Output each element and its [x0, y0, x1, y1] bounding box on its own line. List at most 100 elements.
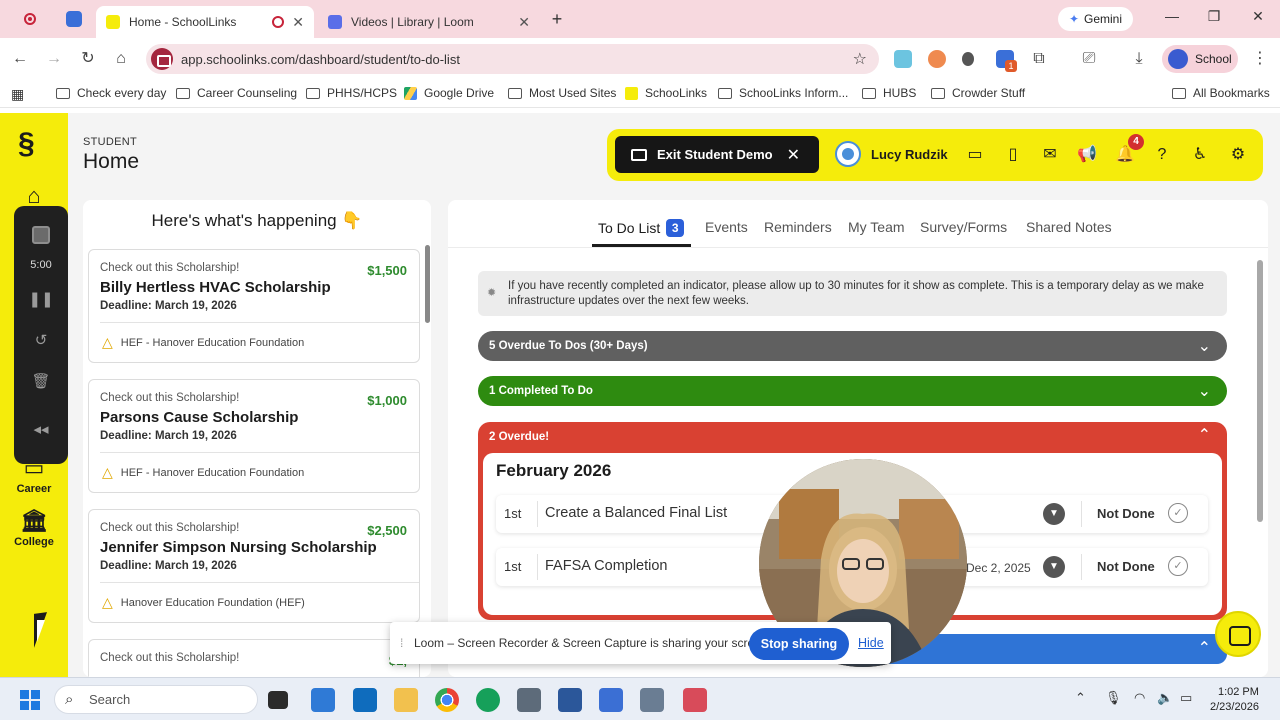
todo-name[interactable]: Create a Balanced Final List	[545, 505, 727, 521]
apps-grid-icon[interactable]: ▦	[11, 86, 24, 103]
mail-icon[interactable]: ✉	[1039, 144, 1061, 166]
bookmark-folder[interactable]: SchooLinks Inform...	[718, 86, 848, 100]
bookmark-link[interactable]: Google Drive	[404, 86, 494, 100]
section-label[interactable]: 2 Overdue!	[489, 431, 549, 443]
chevron-down-icon[interactable]: ▼	[1043, 556, 1065, 578]
check-circle-icon[interactable]: ✓	[1168, 503, 1188, 523]
site-info-icon[interactable]	[151, 48, 173, 70]
bookmark-folder[interactable]: Check every day	[56, 86, 166, 100]
file-explorer-icon[interactable]	[394, 688, 418, 712]
volume-icon[interactable]: 🔈	[1157, 690, 1173, 706]
back-arrow-icon[interactable]: ←	[9, 48, 31, 70]
extensions-puzzle-icon[interactable]: ⧉	[1028, 48, 1050, 70]
forward-arrow-icon[interactable]: →	[43, 48, 65, 70]
extension-icon[interactable]	[894, 50, 912, 68]
collapse-controls-icon[interactable]: ◂◂	[14, 420, 68, 438]
windows-start-icon[interactable]	[20, 690, 40, 710]
chat-support-button[interactable]	[1215, 611, 1261, 657]
wifi-icon[interactable]: ◠	[1134, 690, 1145, 706]
schoolinks-logo-icon[interactable]: §	[18, 127, 35, 161]
extension-icon[interactable]	[928, 50, 946, 68]
folder-icon[interactable]: ▭	[964, 144, 986, 166]
pinned-tab-icon[interactable]	[62, 8, 86, 30]
bookmark-folder[interactable]: Career Counseling	[176, 86, 297, 100]
completed-section[interactable]: 1 Completed To Do ⌄	[478, 376, 1227, 406]
restart-icon[interactable]: ↺	[14, 331, 68, 349]
tab-schoolinks-home[interactable]: Home - SchoolLinks ✕	[96, 6, 314, 38]
recording-indicator-icon[interactable]	[18, 8, 42, 30]
app-icon[interactable]	[599, 688, 623, 712]
cricut-icon[interactable]	[476, 688, 500, 712]
download-icon[interactable]: ⤓	[1128, 48, 1150, 70]
help-icon[interactable]: ?	[1151, 144, 1173, 166]
check-circle-icon[interactable]: ✓	[1168, 556, 1188, 576]
accessibility-icon[interactable]: ♿	[1189, 144, 1211, 166]
stop-recording-icon[interactable]	[32, 226, 50, 244]
overdue-30-days-section[interactable]: 5 Overdue To Dos (30+ Days) ⌄	[478, 331, 1227, 361]
url-text[interactable]: app.schoolinks.com/dashboard/student/to-…	[181, 52, 460, 67]
todo-name[interactable]: FAFSA Completion	[545, 558, 668, 574]
tab-loom-library[interactable]: Videos | Library | Loom ✕	[318, 6, 540, 38]
sidebar-item-college[interactable]: 🏛 College	[0, 508, 68, 548]
battery-icon[interactable]: ▭	[1180, 690, 1192, 706]
close-tab-icon[interactable]: ✕	[518, 14, 530, 31]
address-bar[interactable]: app.schoolinks.com/dashboard/student/to-…	[146, 44, 879, 74]
close-window-icon[interactable]: ✕	[1246, 8, 1270, 25]
taskbar-clock[interactable]: 1:02 PM 2/23/2026	[1210, 685, 1259, 715]
scholarship-card[interactable]: Check out this Scholarship! $1,	[88, 639, 420, 677]
tab-reminders[interactable]: Reminders	[764, 219, 832, 235]
tab-events[interactable]: Events	[705, 219, 748, 235]
user-profile[interactable]: Lucy Rudzik	[835, 141, 948, 167]
word-icon[interactable]	[558, 688, 582, 712]
bookmark-folder[interactable]: PHHS/HCPS	[306, 86, 397, 100]
chevron-up-icon[interactable]: ⌃	[1075, 690, 1086, 706]
bookmark-star-icon[interactable]: ☆	[853, 49, 867, 69]
panel-scrollbar[interactable]	[425, 245, 430, 323]
chevron-down-icon[interactable]: ▼	[1043, 503, 1065, 525]
gear-icon[interactable]: ⚙	[1227, 144, 1249, 166]
scholarship-card[interactable]: Check out this Scholarship! $2,500 Jenni…	[88, 509, 420, 623]
stop-sharing-button[interactable]: Stop sharing	[749, 628, 849, 660]
app-icon[interactable]	[640, 688, 664, 712]
org-name: HEF - Hanover Education Foundation	[120, 466, 305, 479]
tab-to-do-list[interactable]: To Do List 3	[598, 219, 685, 237]
taskbar-app-icon[interactable]	[268, 691, 288, 709]
panel-scrollbar[interactable]	[1257, 260, 1263, 522]
exit-student-demo-button[interactable]: Exit Student Demo ✕	[615, 136, 819, 173]
extension-icon[interactable]	[962, 52, 974, 66]
tab-my-team[interactable]: My Team	[848, 219, 905, 235]
tab-shared-notes[interactable]: Shared Notes	[1026, 219, 1112, 235]
megaphone-icon[interactable]: 📢	[1076, 144, 1098, 166]
bookmark-folder[interactable]: HUBS	[862, 86, 916, 100]
drag-handle-icon[interactable]: ⁞	[400, 636, 403, 650]
gemini-button[interactable]: ✦ Gemini	[1058, 7, 1133, 31]
teams-icon[interactable]	[311, 688, 335, 712]
tab-search-icon[interactable]: ⎚	[1078, 48, 1100, 70]
home-icon[interactable]: ⌂	[110, 48, 132, 70]
calculator-icon[interactable]	[517, 688, 541, 712]
new-tab-plus-icon[interactable]: +	[545, 8, 569, 30]
trash-icon[interactable]: 🗑	[14, 372, 68, 390]
outlook-icon[interactable]	[353, 688, 377, 712]
document-icon[interactable]: ▯	[1002, 144, 1024, 166]
browser-menu-icon[interactable]: ⋮	[1249, 48, 1271, 70]
scholarship-card[interactable]: Check out this Scholarship! $1,500 Billy…	[88, 249, 420, 363]
chevron-up-icon[interactable]: ⌃	[1198, 425, 1211, 445]
bookmark-folder[interactable]: Crowder Stuff	[931, 86, 1025, 100]
pause-icon[interactable]: ❚❚	[14, 290, 68, 308]
chrome-icon[interactable]	[435, 688, 459, 712]
bookmark-link[interactable]: SchooLinks	[625, 86, 707, 100]
bookmark-folder[interactable]: Most Used Sites	[508, 86, 616, 100]
all-bookmarks-folder[interactable]: All Bookmarks	[1172, 86, 1270, 100]
profile-button[interactable]: School	[1162, 45, 1238, 73]
microphone-icon[interactable]: 🎙	[1105, 690, 1122, 706]
hide-banner-link[interactable]: Hide	[858, 636, 884, 650]
reload-icon[interactable]: ↻	[77, 48, 99, 70]
minimize-window-icon[interactable]: —	[1160, 8, 1184, 24]
restore-window-icon[interactable]: ❐	[1202, 8, 1226, 25]
tab-survey-forms[interactable]: Survey/Forms	[920, 219, 1007, 235]
taskbar-search[interactable]: ⌕ Search	[54, 685, 258, 714]
scholarship-card[interactable]: Check out this Scholarship! $1,000 Parso…	[88, 379, 420, 493]
close-tab-icon[interactable]: ✕	[292, 14, 304, 31]
snipping-tool-icon[interactable]	[683, 688, 707, 712]
